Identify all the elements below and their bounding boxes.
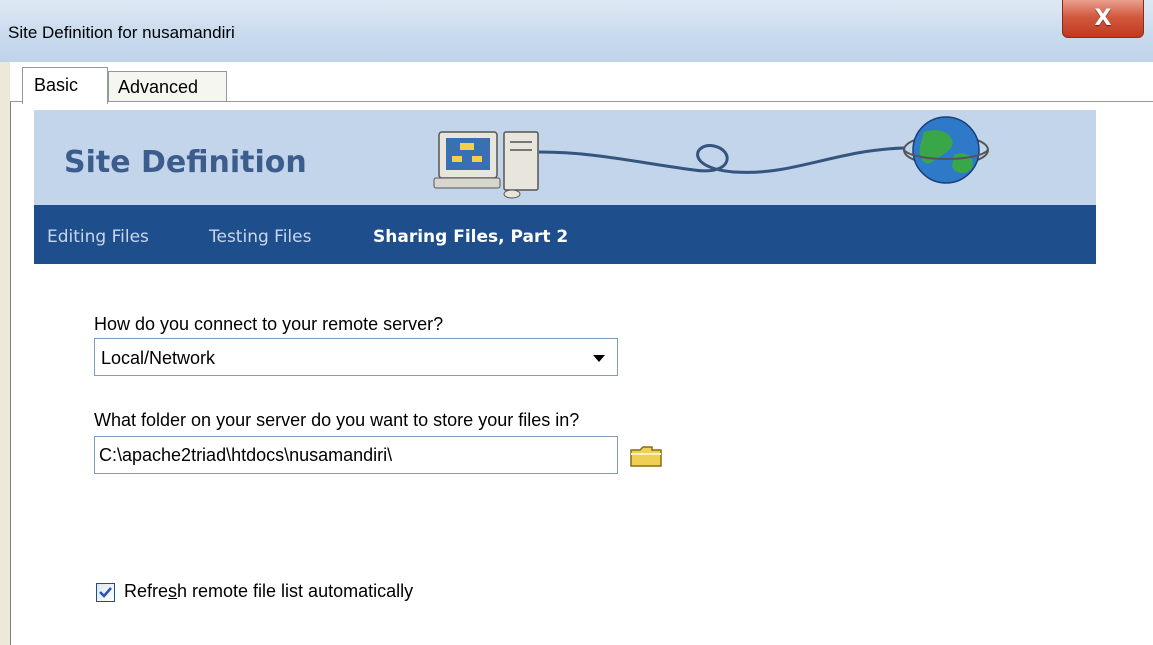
tab-advanced[interactable]: Advanced bbox=[108, 71, 227, 102]
refresh-label-accesskey: s bbox=[168, 581, 178, 601]
connect-method-value: Local/Network bbox=[101, 348, 216, 368]
step-editing-files: Editing Files bbox=[47, 227, 149, 247]
checkmark-icon bbox=[99, 587, 112, 598]
tab-basic[interactable]: Basic bbox=[22, 67, 108, 104]
connect-method-label: How do you connect to your remote server… bbox=[94, 314, 444, 334]
step-sharing-files-part-2: Sharing Files, Part 2 bbox=[373, 227, 569, 247]
chevron-down-icon bbox=[593, 355, 605, 362]
close-icon: X bbox=[1094, 6, 1112, 31]
wizard-step-bar: Editing Files Testing Files Sharing File… bbox=[34, 205, 1096, 264]
title-bar: Site Definition for nusamandiri X bbox=[0, 0, 1153, 63]
connect-method-select[interactable]: Local/Network bbox=[94, 338, 618, 376]
site-definition-banner: Site Definition bbox=[34, 110, 1096, 205]
computer-icon bbox=[433, 131, 539, 199]
refresh-remote-label[interactable]: Refresh remote file list automatically bbox=[124, 581, 413, 602]
remote-folder-input[interactable]: C:\apache2triad\htdocs\nusamandiri\ bbox=[94, 436, 618, 474]
window-frame-left bbox=[0, 62, 11, 645]
close-button[interactable]: X bbox=[1062, 0, 1144, 38]
refresh-label-part: h remote file list automatically bbox=[177, 581, 414, 601]
remote-folder-label: What folder on your server do you want t… bbox=[94, 410, 580, 430]
tab-divider bbox=[10, 101, 1153, 102]
step-testing-files: Testing Files bbox=[209, 227, 312, 247]
banner-title: Site Definition bbox=[64, 145, 307, 180]
refresh-label-part: Refre bbox=[124, 581, 169, 601]
browse-folder-button[interactable] bbox=[628, 444, 664, 470]
globe-icon bbox=[903, 116, 989, 184]
window-title: Site Definition for nusamandiri bbox=[8, 23, 235, 42]
refresh-remote-checkbox[interactable] bbox=[96, 583, 115, 602]
tab-strip: Basic Advanced bbox=[10, 62, 1153, 104]
remote-folder-value: C:\apache2triad\htdocs\nusamandiri\ bbox=[99, 445, 393, 465]
folder-icon bbox=[630, 446, 662, 467]
